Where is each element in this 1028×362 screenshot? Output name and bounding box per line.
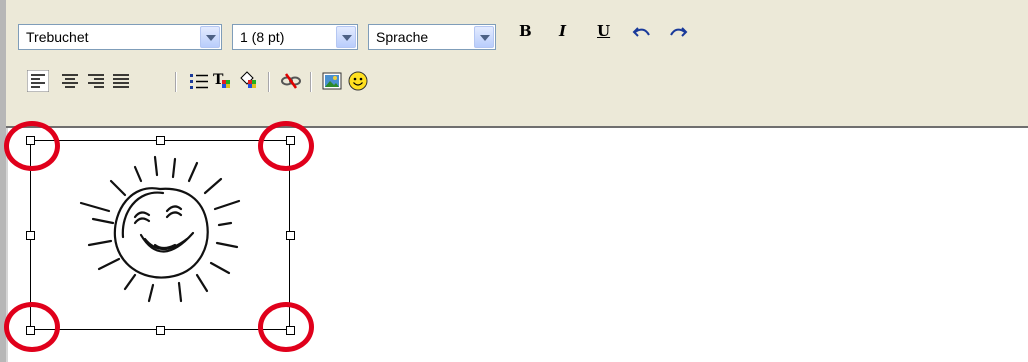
text-color-icon[interactable]: T bbox=[212, 70, 234, 92]
resize-handle-right[interactable] bbox=[286, 231, 295, 240]
highlight-circle-top-left bbox=[4, 121, 60, 171]
insert-image-icon[interactable] bbox=[321, 70, 343, 92]
font-select[interactable]: Trebuchet bbox=[18, 24, 222, 50]
size-select-value: 1 (8 pt) bbox=[240, 29, 285, 45]
undo-icon[interactable] bbox=[632, 24, 652, 40]
toolbar-separator bbox=[268, 72, 270, 92]
size-select[interactable]: 1 (8 pt) bbox=[232, 24, 358, 50]
chevron-down-icon[interactable] bbox=[336, 26, 356, 48]
background-color-icon[interactable] bbox=[238, 70, 260, 92]
chevron-down-icon[interactable] bbox=[200, 26, 220, 48]
resize-handle-left[interactable] bbox=[26, 231, 35, 240]
italic-button[interactable]: I bbox=[559, 22, 566, 42]
editor-toolbar: Trebuchet 1 (8 pt) Sprache B I U T bbox=[0, 0, 1028, 126]
highlight-circle-top-right bbox=[258, 121, 314, 171]
align-justify-icon[interactable] bbox=[110, 70, 132, 92]
language-select[interactable]: Sprache bbox=[368, 24, 496, 50]
toolbar-divider bbox=[0, 126, 1028, 128]
toolbar-separator bbox=[310, 72, 312, 92]
align-center-icon[interactable] bbox=[59, 70, 81, 92]
highlight-circle-bottom-right bbox=[258, 302, 314, 352]
resize-handle-bottom[interactable] bbox=[156, 326, 165, 335]
insert-smiley-icon[interactable] bbox=[347, 70, 369, 92]
redo-icon[interactable] bbox=[668, 24, 688, 40]
font-select-value: Trebuchet bbox=[26, 29, 89, 45]
bold-button[interactable]: B bbox=[519, 22, 532, 42]
resize-handle-top[interactable] bbox=[156, 136, 165, 145]
language-select-value: Sprache bbox=[376, 29, 429, 45]
toolbar-separator bbox=[175, 72, 177, 92]
remove-link-icon[interactable] bbox=[280, 70, 302, 92]
highlight-circle-bottom-left bbox=[4, 302, 60, 352]
bullet-list-icon[interactable] bbox=[188, 70, 210, 92]
align-right-icon[interactable] bbox=[85, 70, 107, 92]
chevron-down-icon[interactable] bbox=[474, 26, 494, 48]
sun-drawing-image bbox=[79, 155, 241, 303]
underline-button[interactable]: U bbox=[597, 22, 610, 42]
selected-image-frame[interactable] bbox=[30, 140, 290, 330]
align-left-icon[interactable] bbox=[27, 70, 49, 92]
